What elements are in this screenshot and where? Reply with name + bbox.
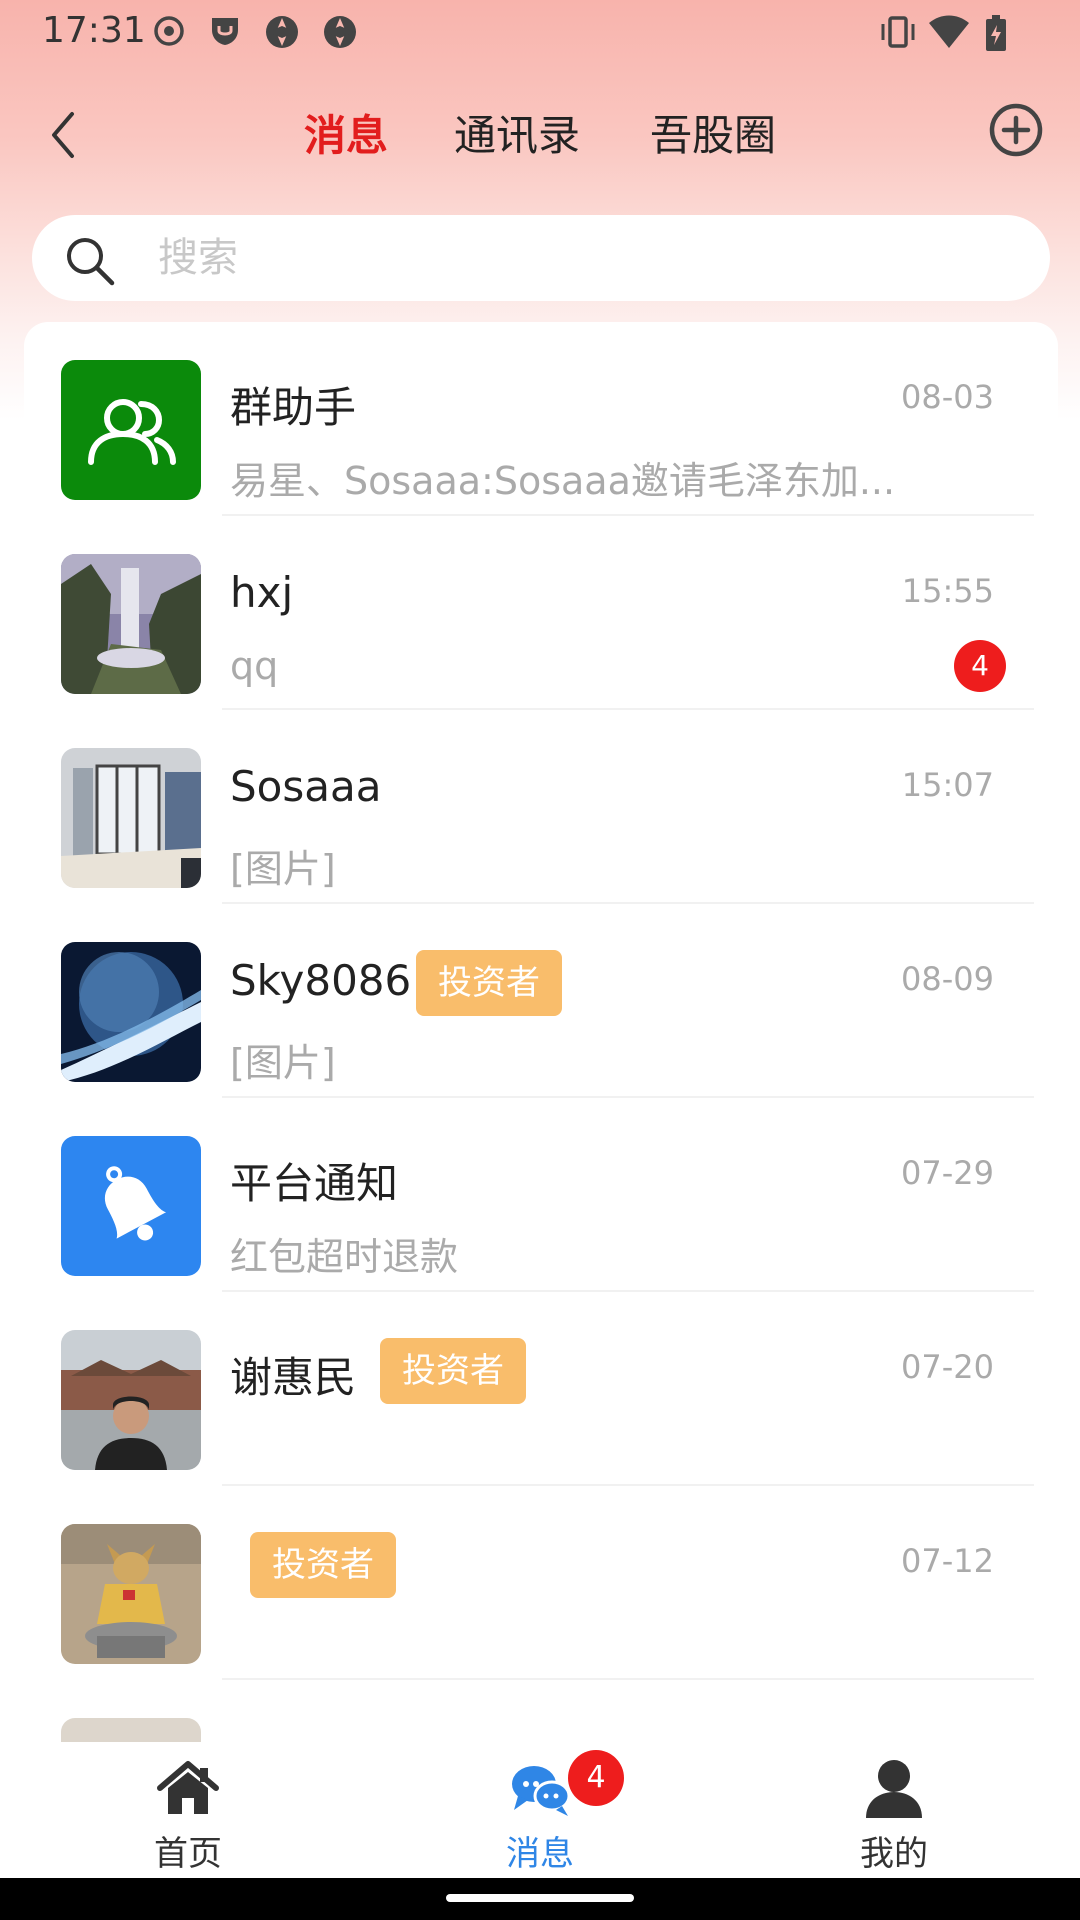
add-button[interactable] xyxy=(986,100,1046,160)
nav-label: 我的 xyxy=(860,1834,928,1874)
planet-photo xyxy=(61,942,201,1082)
conversation-list: 群助手 08-03 易星、Sosaaa:Sosaaa邀请毛泽东加... hxj xyxy=(24,322,1058,1742)
conversation-name: Sosaaa xyxy=(230,762,382,811)
status-time: 17:31 xyxy=(42,10,146,51)
battery-icon xyxy=(986,15,1006,51)
nav-unread-badge: 4 xyxy=(568,1750,624,1806)
investor-tag: 投资者 xyxy=(380,1338,526,1404)
back-button[interactable] xyxy=(40,100,90,170)
top-header: 消息 通讯录 吾股圈 xyxy=(0,80,1080,190)
conversation-row[interactable] xyxy=(24,1680,1058,1742)
conversation-time: 07-12 xyxy=(901,1542,994,1580)
conversation-preview: qq xyxy=(230,644,279,688)
vibrate-icon xyxy=(881,16,915,48)
conversation-name: 群助手 xyxy=(230,383,357,432)
status-bar: 17:31 xyxy=(0,0,1080,64)
tab-contacts[interactable]: 通讯录 xyxy=(454,102,580,163)
nav-messages[interactable]: 4 消息 xyxy=(440,1750,640,1875)
shield-icon xyxy=(212,18,238,45)
tab-stock-circle[interactable]: 吾股圈 xyxy=(650,102,776,163)
conversation-time: 08-09 xyxy=(901,960,994,998)
waterfall-photo xyxy=(61,554,201,694)
home-icon xyxy=(157,1761,219,1814)
system-nav-bar xyxy=(0,1878,1080,1920)
conversation-row[interactable]: Sosaaa 15:07 [图片] xyxy=(24,710,1058,904)
bull-statue-photo xyxy=(61,1524,201,1664)
wifi-icon xyxy=(929,15,969,48)
conversation-time: 07-20 xyxy=(901,1348,994,1386)
chat-icon xyxy=(512,1766,571,1816)
conversation-preview: 易星、Sosaaa:Sosaaa邀请毛泽东加... xyxy=(230,459,896,503)
tab-messages[interactable]: 消息 xyxy=(304,102,388,163)
conversation-name: hxj xyxy=(230,568,294,617)
conversation-name: Sky8086 xyxy=(230,956,412,1005)
conversation-time: 07-29 xyxy=(901,1154,994,1192)
conversation-row[interactable]: 群助手 08-03 易星、Sosaaa:Sosaaa邀请毛泽东加... xyxy=(24,322,1058,516)
conversation-time: 08-03 xyxy=(901,378,994,416)
nav-profile[interactable]: 我的 xyxy=(794,1750,994,1875)
conversation-row[interactable]: Sky8086 投资者 08-09 [图片] xyxy=(24,904,1058,1098)
conversation-preview: 红包超时退款 xyxy=(230,1235,459,1279)
search-bar xyxy=(32,215,1050,301)
conversation-row[interactable]: 谢惠民 投资者 07-20 xyxy=(24,1292,1058,1486)
conversation-time: 15:55 xyxy=(901,572,994,610)
conversation-preview: [图片] xyxy=(230,847,336,891)
messages-screen: 17:31 消息 通讯录 吾股圈 搜索 群助手 08-03 易星、Sosaaa:… xyxy=(0,0,1080,1920)
user-icon xyxy=(866,1760,922,1818)
record-icon xyxy=(154,16,184,46)
investor-tag: 投资者 xyxy=(416,950,562,1016)
conversation-time: 15:07 xyxy=(901,766,994,804)
conversation-row[interactable]: 投资者 07-12 xyxy=(24,1486,1058,1680)
investor-tag: 投资者 xyxy=(250,1532,396,1598)
nav-label: 消息 xyxy=(506,1834,574,1874)
avatar xyxy=(61,1718,201,1742)
search-input[interactable] xyxy=(158,225,1018,291)
unread-badge: 4 xyxy=(954,640,1006,692)
group-icon xyxy=(61,360,201,500)
home-indicator[interactable] xyxy=(446,1894,634,1902)
nav-home[interactable]: 首页 xyxy=(88,1750,288,1875)
person-photo xyxy=(61,1330,201,1470)
conversation-row[interactable]: hxj 15:55 qq 4 xyxy=(24,516,1058,710)
app-icon xyxy=(266,16,298,48)
room-photo xyxy=(61,748,201,888)
bottom-nav: 首页 4 消息 我的 xyxy=(0,1742,1080,1877)
conversation-name: 谢惠民 xyxy=(230,1353,357,1402)
nav-label: 首页 xyxy=(154,1834,222,1874)
app-icon xyxy=(324,16,356,48)
bell-icon xyxy=(61,1136,201,1276)
search-icon xyxy=(67,238,115,286)
conversation-name: 平台通知 xyxy=(230,1159,399,1208)
conversation-row[interactable]: 平台通知 07-29 红包超时退款 xyxy=(24,1098,1058,1292)
conversation-preview: [图片] xyxy=(230,1041,336,1085)
